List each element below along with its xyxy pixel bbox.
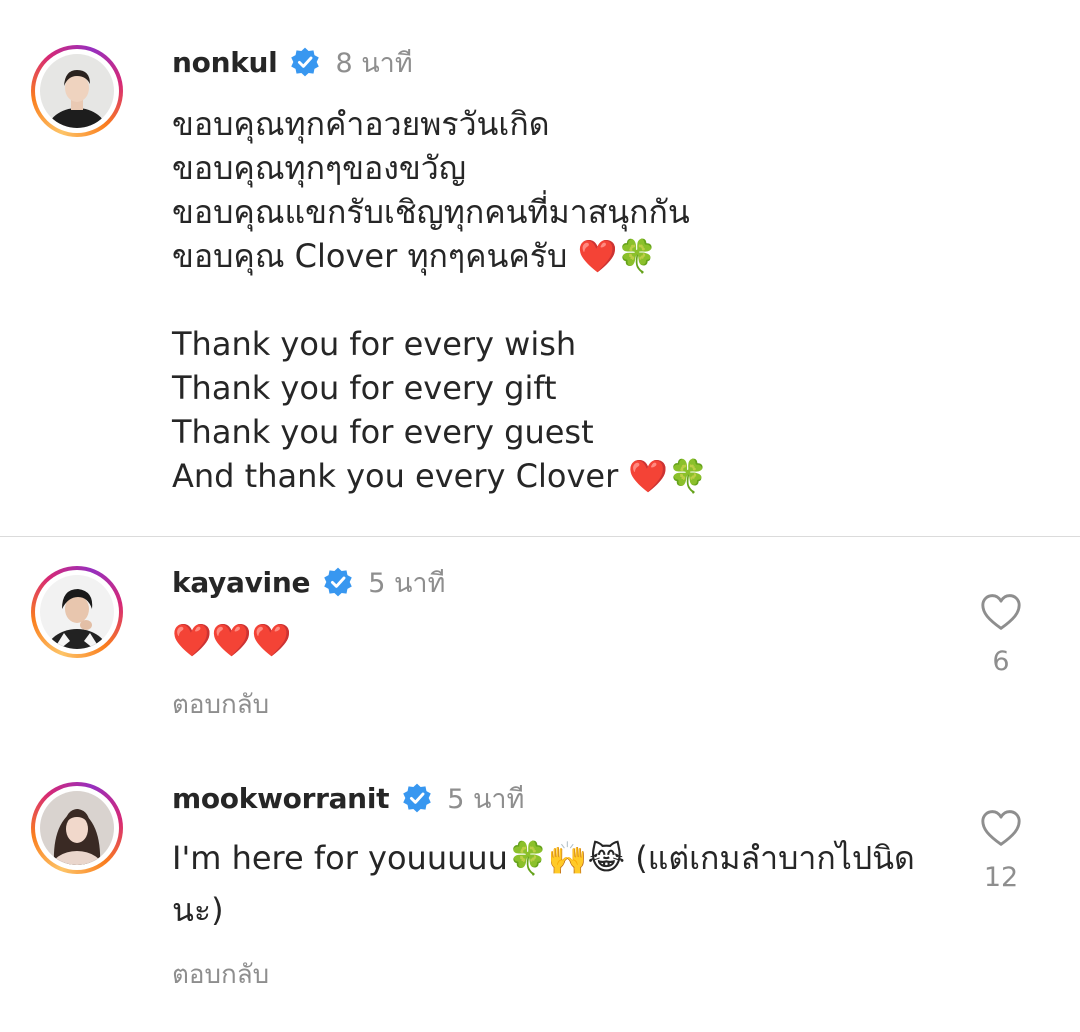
verified-badge-icon <box>322 566 354 598</box>
like-count: 6 <box>992 646 1010 677</box>
username[interactable]: mookworranit <box>172 782 390 815</box>
comment-header: mookworranit 5 นาที <box>172 778 524 818</box>
avatar-image <box>40 791 114 865</box>
caption-line: And thank you every Clover ❤️🍀 <box>172 457 709 495</box>
heart-outline-icon[interactable] <box>961 808 1041 848</box>
caption-line: Thank you for every guest <box>172 413 594 451</box>
like-control: 6 <box>961 592 1041 677</box>
avatar-kayavine[interactable] <box>31 566 123 658</box>
caption-line: Thank you for every gift <box>172 369 557 407</box>
caption-line: ขอบคุณทุกๆของขวัญ <box>172 149 466 187</box>
timestamp: 5 นาที <box>368 567 446 599</box>
caption-text: ขอบคุณทุกคำอวยพรวันเกิด ขอบคุณทุกๆของขวั… <box>172 102 1032 498</box>
heart-outline-icon[interactable] <box>961 592 1041 632</box>
caption-line: Thank you for every wish <box>172 325 577 363</box>
timestamp: 8 นาที <box>335 47 413 79</box>
avatar-nonkul[interactable] <box>31 45 123 137</box>
username[interactable]: nonkul <box>172 46 278 79</box>
like-count: 12 <box>983 862 1019 893</box>
comment-text: ❤️❤️❤️ <box>172 621 292 659</box>
reply-button[interactable]: ตอบกลับ <box>172 954 269 995</box>
comment-text: I'm here for youuuuu🍀🙌😹 (แต่เกมลำบากไปนิ… <box>172 839 915 929</box>
timestamp: 5 นาที <box>447 783 525 815</box>
avatar-mookworranit[interactable] <box>31 782 123 874</box>
reply-button[interactable]: ตอบกลับ <box>172 684 269 725</box>
like-control: 12 <box>961 808 1041 893</box>
username[interactable]: kayavine <box>172 566 310 599</box>
verified-badge-icon <box>289 46 321 78</box>
avatar-image <box>40 54 114 128</box>
caption-line: ขอบคุณ Clover ทุกๆคนครับ ❤️🍀 <box>172 237 658 275</box>
post-header: nonkul 8 นาที <box>172 42 413 82</box>
caption-line: ขอบคุณทุกคำอวยพรวันเกิด <box>172 105 550 143</box>
verified-badge-icon <box>401 782 433 814</box>
comment-header: kayavine 5 นาที <box>172 562 445 602</box>
avatar-image <box>40 575 114 649</box>
caption-line: ขอบคุณแขกรับเชิญทุกคนที่มาสนุกกัน <box>172 193 690 231</box>
divider <box>0 536 1080 537</box>
